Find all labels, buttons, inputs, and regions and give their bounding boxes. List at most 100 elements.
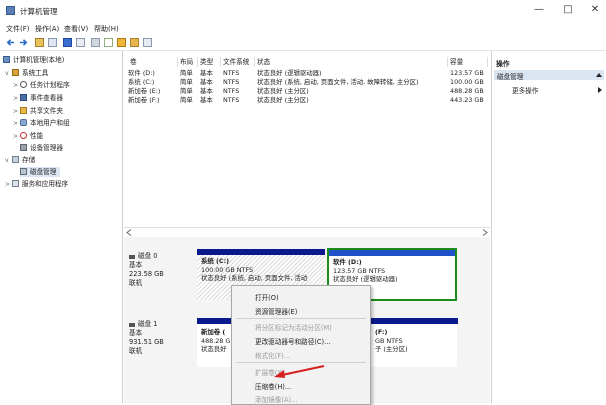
title-bar: 计算机管理 — □ ✕ <box>0 0 606 22</box>
show-hide-tree-icon[interactable] <box>48 38 57 47</box>
menu-item-change-drive-letter[interactable]: 更改驱动器号和路径(C)... <box>255 336 330 346</box>
menu-separator <box>236 318 366 319</box>
horizontal-scrollbar[interactable] <box>124 227 490 237</box>
tree-item-root[interactable]: 计算机管理(本地) <box>3 55 64 65</box>
volume-type: 基本 <box>200 87 213 95</box>
partition-name: (F:) <box>375 328 388 336</box>
column-header-layout[interactable]: 布局 <box>178 57 198 67</box>
menu-item-open[interactable]: 打开(O) <box>255 292 279 302</box>
disk-status: 联机 <box>129 347 143 355</box>
volume-capacity: 488.28 GB <box>450 87 484 95</box>
menu-file[interactable]: 文件(F) <box>6 24 30 34</box>
actions-section-disk-management[interactable]: 磁盘管理 <box>494 70 604 81</box>
volume-status: 状态良好 (逻辑驱动器) <box>257 69 322 77</box>
up-folder-icon[interactable] <box>35 38 44 47</box>
event-log-icon <box>20 94 27 101</box>
tree-item-shared-folders[interactable]: > 共享文件夹 <box>13 106 63 116</box>
menu-action[interactable]: 操作(A) <box>35 24 59 34</box>
tree-item-performance[interactable]: > 性能 <box>13 131 43 141</box>
clock-icon <box>20 81 27 88</box>
disk-size: 223.58 GB <box>129 270 164 278</box>
disk-type: 基本 <box>129 329 143 337</box>
table-row[interactable]: 新加卷 (F:) 简单 基本 NTFS 状态良好 (主分区) 443.23 GB <box>128 96 490 105</box>
disk-status: 联机 <box>129 279 143 287</box>
performance-icon <box>20 132 27 139</box>
back-arrow-icon[interactable] <box>6 38 15 47</box>
column-header-filesystem[interactable]: 文件系统 <box>221 57 255 67</box>
volume-fs: NTFS <box>223 78 240 86</box>
folder-icon[interactable] <box>117 38 126 47</box>
volume-name: 新加卷 (F:) <box>128 96 160 104</box>
view-icon[interactable] <box>143 38 152 47</box>
check-icon[interactable] <box>104 38 113 47</box>
scroll-right-icon[interactable] <box>482 229 488 236</box>
tree-item-storage[interactable]: v 存储 <box>5 155 35 165</box>
minimize-button[interactable]: — <box>532 4 546 16</box>
menu-item-shrink-volume[interactable]: 压缩卷(H)... <box>255 381 291 391</box>
chevron-right-icon[interactable] <box>598 87 602 93</box>
tree-item-task-scheduler[interactable]: > 任务计划程序 <box>13 80 70 90</box>
search-folder-icon[interactable] <box>130 38 139 47</box>
disk-settings-icon[interactable] <box>91 38 100 47</box>
disk-management-icon <box>20 168 27 175</box>
shared-folder-icon <box>20 107 27 114</box>
column-header-type[interactable]: 类型 <box>198 57 221 67</box>
volume-fs: NTFS <box>223 96 240 104</box>
menu-item-mark-active[interactable]: 将分区标记为活动分区(M) <box>255 322 332 332</box>
menu-item-explore[interactable]: 资源管理器(E) <box>255 306 297 316</box>
tree-label: 存储 <box>22 156 36 164</box>
volume-layout: 简单 <box>180 78 193 86</box>
column-header-capacity[interactable]: 容量 <box>448 57 488 67</box>
volume-status: 状态良好 (主分区) <box>257 87 309 95</box>
tree-item-device-manager[interactable]: 设备管理器 <box>20 143 63 153</box>
disk-name: 磁盘 0 <box>138 252 158 260</box>
partition-size: 100.00 GB NTFS <box>201 265 254 274</box>
tree-label: 共享文件夹 <box>30 107 63 115</box>
collapse-up-icon[interactable] <box>596 73 602 77</box>
users-icon <box>20 119 27 126</box>
partition-status: 子 (主分区) <box>375 345 408 354</box>
chevron-right-icon: > <box>5 181 11 188</box>
chevron-right-icon: > <box>13 95 19 102</box>
chevron-right-icon: > <box>13 120 19 127</box>
tree-label: 事件查看器 <box>30 94 63 102</box>
volume-name: 系统 (C:) <box>128 78 155 86</box>
partition-f[interactable]: (F:) GB NTFS 子 (主分区) <box>369 324 457 367</box>
actions-pane: 操作 磁盘管理 更多操作 <box>491 51 606 403</box>
column-header-volume[interactable]: 卷 <box>128 57 178 67</box>
close-button[interactable]: ✕ <box>588 4 602 16</box>
help-icon[interactable] <box>63 38 72 47</box>
tree-item-system-tools[interactable]: v 系统工具 <box>5 68 48 78</box>
menu-item-format[interactable]: 格式化(F)... <box>255 350 290 360</box>
tree-label: 任务计划程序 <box>30 81 70 89</box>
chevron-down-icon: v <box>5 70 9 77</box>
disk1-label: 磁盘 1 基本 931.51 GB 联机 <box>129 320 164 356</box>
chevron-right-icon: > <box>13 108 19 115</box>
table-row[interactable]: 新加卷 (E:) 简单 基本 NTFS 状态良好 (主分区) 488.28 GB <box>128 87 490 96</box>
tree-item-services-apps[interactable]: > 服务和应用程序 <box>5 179 68 189</box>
column-header-status[interactable]: 状态 <box>255 57 448 67</box>
partition-status: 状态良好 (逻辑驱动器) <box>333 275 398 284</box>
maximize-button[interactable]: □ <box>561 4 575 16</box>
volume-capacity: 123.57 GB <box>450 69 484 77</box>
device-manager-icon <box>20 144 27 151</box>
more-actions-link[interactable]: 更多操作 <box>512 85 538 95</box>
volume-layout: 简单 <box>180 96 193 104</box>
table-row[interactable]: 系统 (C:) 简单 基本 NTFS 状态良好 (系统, 启动, 页面文件, 活… <box>128 78 490 87</box>
computer-icon <box>3 56 10 63</box>
disk-icon <box>129 255 135 259</box>
tree-item-disk-management[interactable]: 磁盘管理 <box>20 167 61 177</box>
menu-help[interactable]: 帮助(H) <box>94 24 119 34</box>
chevron-right-icon: > <box>13 133 19 140</box>
properties-icon[interactable] <box>76 38 85 47</box>
scroll-left-icon[interactable] <box>126 229 132 236</box>
services-icon <box>12 180 19 187</box>
table-row[interactable]: 软件 (D:) 简单 基本 NTFS 状态良好 (逻辑驱动器) 123.57 G… <box>128 69 490 78</box>
tree-item-local-users[interactable]: > 本地用户和组 <box>13 118 70 128</box>
forward-arrow-icon[interactable] <box>19 38 28 47</box>
tree-label: 服务和应用程序 <box>22 180 69 188</box>
tree-item-event-viewer[interactable]: > 事件查看器 <box>13 93 63 103</box>
menu-view[interactable]: 查看(V) <box>64 24 88 34</box>
volume-type: 基本 <box>200 69 213 77</box>
menu-bar: 文件(F) 操作(A) 查看(V) 帮助(H) <box>0 22 606 35</box>
